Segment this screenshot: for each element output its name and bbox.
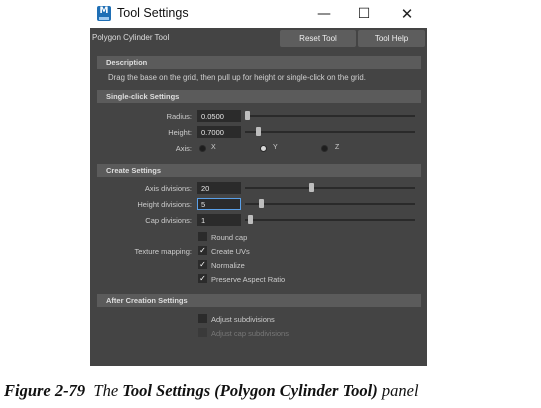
height-field[interactable]: 0.7000 xyxy=(197,126,241,138)
axis-x-radio[interactable] xyxy=(199,145,206,152)
axis-divisions-label: Axis divisions: xyxy=(144,184,192,193)
axis-divisions-field[interactable]: 20 xyxy=(197,182,241,194)
height-divisions-field[interactable]: 5 xyxy=(197,198,241,210)
caption-panel-name: Tool Settings xyxy=(122,381,211,400)
height-divisions-label: Height divisions: xyxy=(137,200,192,209)
cap-divisions-slider-thumb[interactable] xyxy=(248,215,253,224)
axis-y-label: Y xyxy=(273,144,278,151)
figure-number: Figure 2-79 xyxy=(4,381,86,400)
close-button[interactable]: ✕ xyxy=(394,4,420,24)
create-uvs-label: Create UVs xyxy=(211,247,250,256)
axis-z-label: Z xyxy=(335,144,340,151)
create-uvs-checkbox[interactable]: ✓ xyxy=(198,246,207,255)
axis-z-radio[interactable] xyxy=(321,145,328,152)
caption-panel-word: panel xyxy=(381,381,419,400)
axis-label: Axis: xyxy=(175,144,192,153)
adjust-subdivisions-checkbox[interactable] xyxy=(198,314,207,323)
texture-mapping-label: Texture mapping: xyxy=(134,247,192,256)
caption-the: The xyxy=(93,381,119,400)
preserve-aspect-ratio-label: Preserve Aspect Ratio xyxy=(211,275,286,284)
adjust-subdivisions-label: Adjust subdivisions xyxy=(211,315,275,324)
round-cap-checkbox[interactable] xyxy=(198,232,207,241)
normalize-checkbox[interactable]: ✓ xyxy=(198,260,207,269)
figure-caption: Figure 2-79 The Tool Settings (Polygon C… xyxy=(4,381,419,401)
app-icon-strip xyxy=(99,17,109,20)
caption-tool-name: (Polygon Cylinder Tool) xyxy=(214,381,378,400)
description-text: Drag the base on the grid, then pull up … xyxy=(108,73,366,82)
create-settings-section-header[interactable]: Create Settings xyxy=(97,164,421,177)
adjust-cap-subdivisions-label: Adjust cap subdivisions xyxy=(211,329,289,338)
title-bar[interactable]: M Tool Settings — ☐ ✕ xyxy=(90,0,427,28)
window-title: Tool Settings xyxy=(117,6,189,20)
maximize-button[interactable]: ☐ xyxy=(351,4,377,24)
round-cap-label: Round cap xyxy=(211,233,248,242)
after-creation-section-header[interactable]: After Creation Settings xyxy=(97,294,421,307)
radius-slider-thumb[interactable] xyxy=(245,111,250,120)
height-divisions-slider-track[interactable] xyxy=(245,203,415,205)
cap-divisions-label: Cap divisions: xyxy=(145,216,192,225)
description-section-header[interactable]: Description xyxy=(97,56,421,69)
single-click-section-header[interactable]: Single-click Settings xyxy=(97,90,421,103)
reset-tool-button[interactable]: Reset Tool xyxy=(280,30,356,47)
height-slider-track[interactable] xyxy=(245,131,415,133)
preserve-aspect-ratio-checkbox[interactable]: ✓ xyxy=(198,274,207,283)
axis-y-radio[interactable] xyxy=(260,145,267,152)
minimize-button[interactable]: — xyxy=(311,4,337,24)
height-label: Height: xyxy=(168,128,192,137)
radius-field[interactable]: 0.0500 xyxy=(197,110,241,122)
radius-label: Radius: xyxy=(166,112,192,121)
maya-app-icon: M xyxy=(97,6,111,21)
axis-divisions-slider-track[interactable] xyxy=(245,187,415,189)
app-icon-letter: M xyxy=(99,6,109,16)
tool-help-button[interactable]: Tool Help xyxy=(358,30,425,47)
adjust-cap-subdivisions-checkbox xyxy=(198,328,207,337)
axis-divisions-slider-thumb[interactable] xyxy=(309,183,314,192)
tool-name-label: Polygon Cylinder Tool xyxy=(92,33,170,42)
radius-slider-track[interactable] xyxy=(245,115,415,117)
normalize-label: Normalize xyxy=(211,261,245,270)
height-slider-thumb[interactable] xyxy=(256,127,261,136)
height-divisions-slider-thumb[interactable] xyxy=(259,199,264,208)
tool-settings-window: M Tool Settings — ☐ ✕ Polygon Cylinder T… xyxy=(90,0,427,366)
axis-x-label: X xyxy=(211,144,216,151)
cap-divisions-slider-track[interactable] xyxy=(245,219,415,221)
cap-divisions-field[interactable]: 1 xyxy=(197,214,241,226)
